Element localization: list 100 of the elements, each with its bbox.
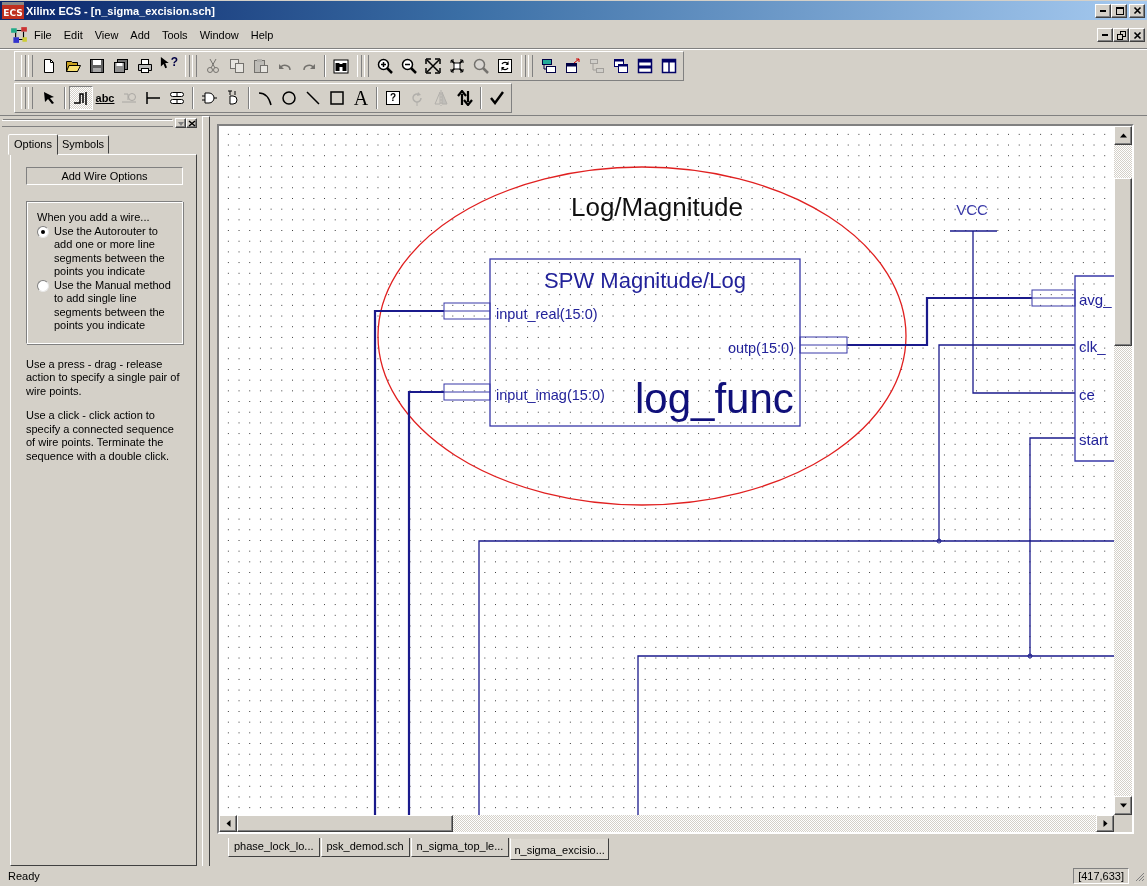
circle-icon	[281, 90, 297, 106]
menu-item[interactable]: Window	[193, 29, 245, 41]
instance-name: log_func	[635, 375, 794, 422]
rotate-icon	[409, 90, 425, 106]
status-message: Ready	[8, 870, 41, 882]
stacked-boxes-icon	[541, 58, 557, 74]
group-title: When you add a wire...	[37, 211, 151, 225]
scroll-right-button[interactable]	[1096, 815, 1114, 832]
zoom-in-icon	[377, 58, 393, 74]
splitter-bar[interactable]	[202, 116, 210, 866]
minimize-button[interactable]	[1095, 3, 1111, 18]
scroll-down-button[interactable]	[1114, 796, 1132, 815]
menu-item[interactable]: View	[88, 29, 125, 41]
pin-marker-icon	[145, 90, 161, 106]
box-arrow-icon	[565, 58, 581, 74]
printer-icon	[137, 58, 153, 74]
help-button[interactable]: ?	[157, 54, 181, 78]
tag-icon	[121, 90, 137, 106]
document-tab[interactable]: n_sigma_top_le...	[410, 838, 510, 857]
scroll-thumb[interactable]	[237, 815, 453, 832]
refresh-icon	[497, 58, 513, 74]
arrow-left-icon	[224, 820, 232, 827]
junction-dot	[1027, 653, 1033, 659]
menu-item[interactable]: Edit	[57, 29, 89, 41]
arrow-up-icon	[1119, 132, 1127, 139]
maximize-icon	[1114, 6, 1124, 15]
window-title: Xilinx ECS - [n_sigma_excision.sch]	[26, 4, 216, 17]
cascade-windows-icon	[613, 58, 629, 74]
vertical-scrollbar[interactable]	[1114, 126, 1132, 815]
panel-tab[interactable]: Options	[8, 134, 58, 155]
arc-icon	[257, 90, 273, 106]
add-wire-button[interactable]	[69, 86, 93, 110]
minimize-button[interactable]	[1097, 28, 1113, 42]
menu-item[interactable]: Add	[124, 29, 156, 41]
app-logo: ECS	[2, 2, 24, 19]
clipboard-icon	[253, 58, 269, 74]
minimize-icon	[1100, 9, 1106, 12]
maximize-button[interactable]	[1111, 3, 1127, 18]
minimize-icon	[1102, 34, 1108, 36]
menu-item[interactable]: File	[28, 29, 58, 41]
radio-button[interactable]	[37, 279, 49, 292]
zoom-out-icon	[401, 58, 417, 74]
attribute-rows-icon	[169, 90, 185, 106]
restore-button[interactable]	[1113, 28, 1129, 42]
pin-label: start	[1079, 431, 1109, 448]
binoculars-icon	[333, 58, 349, 74]
scroll-thumb[interactable]	[1114, 178, 1132, 346]
tree-boxes-icon	[589, 58, 605, 74]
close-icon	[1132, 6, 1142, 15]
side-by-side-windows-icon	[661, 58, 677, 74]
gate-marker-icon	[225, 90, 241, 106]
scroll-left-button[interactable]	[219, 815, 237, 832]
pin-label: avg_	[1079, 291, 1112, 308]
object-properties-button[interactable]: ?	[381, 86, 405, 110]
bus-pin	[1031, 289, 1076, 307]
mirror-icon	[433, 90, 449, 106]
bus-pin	[799, 336, 848, 354]
cursor-coordinates: [417,633]	[1073, 868, 1129, 884]
scissors-icon	[205, 58, 221, 74]
menu-item[interactable]: Tools	[155, 29, 194, 41]
pin-label: clk_	[1079, 338, 1106, 355]
close-button[interactable]	[186, 118, 197, 128]
gate-icon	[201, 90, 217, 106]
wire-icon	[73, 90, 89, 106]
up-down-arrows-icon	[457, 90, 473, 106]
dropdown-button[interactable]	[175, 118, 186, 128]
page-icon	[41, 58, 57, 74]
document-tab[interactable]: n_sigma_excisio...	[510, 838, 609, 860]
horizontal-scrollbar[interactable]	[219, 815, 1114, 832]
scroll-up-button[interactable]	[1114, 126, 1132, 145]
copy-icon	[229, 58, 245, 74]
pin-label: input_imag(15:0)	[496, 387, 605, 403]
stacked-windows-icon	[637, 58, 653, 74]
resize-grip-icon	[1133, 870, 1145, 882]
folder-icon	[65, 58, 81, 74]
app-network-icon	[10, 26, 28, 44]
add-text-button[interactable]: A	[349, 86, 373, 110]
help-text: Use a press - drag - release action to specify a single pair of wire points.	[26, 357, 181, 398]
radio-button[interactable]	[37, 225, 49, 238]
help-text: Use a click - click action to specify a connected sequence of wire points. Terminate the sequence with a double click.	[26, 409, 175, 463]
close-icon	[1132, 30, 1142, 40]
magnifier-icon	[473, 58, 489, 74]
arrow-pointer-icon	[41, 90, 57, 106]
radio-label: Use the Manual method to add single line segments between the points you indicate	[54, 278, 172, 333]
panel-heading: Add Wire Options	[26, 167, 183, 185]
document-tab[interactable]: phase_lock_lo...	[228, 838, 320, 857]
annotation-text: Log/Magnitude	[571, 192, 743, 222]
menu-item[interactable]: Help	[244, 29, 280, 41]
symbol-title: SPW Magnitude/Log	[544, 268, 746, 293]
bus-pin	[443, 302, 491, 320]
panel-tab[interactable]: Symbols	[56, 135, 110, 154]
panel-grip[interactable]	[2, 119, 173, 127]
arrow-right-icon	[1101, 820, 1109, 827]
junction-dot	[936, 538, 942, 544]
document-tab[interactable]: psk_demod.sch	[320, 838, 410, 857]
pin-label: outp(15:0)	[727, 340, 794, 356]
pin-label: input_real(15:0)	[496, 306, 598, 322]
rectangle-icon	[329, 90, 345, 106]
line-icon	[305, 90, 321, 106]
add-net-name-button[interactable]: abc	[93, 86, 117, 110]
